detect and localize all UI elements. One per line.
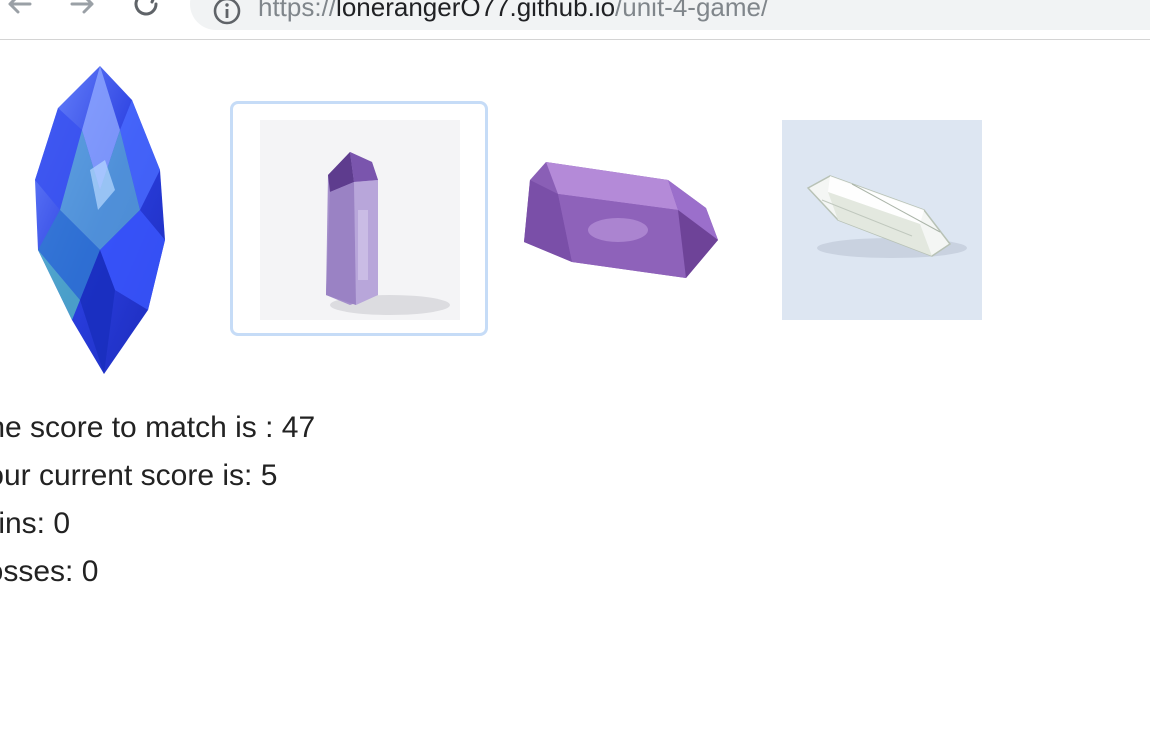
amethyst-point-image [260, 120, 460, 320]
losses-value: 0 [81, 555, 99, 588]
clear-quartz-crystal[interactable] [782, 120, 982, 320]
target-score-label: The score to match is : [0, 411, 282, 444]
back-arrow-icon[interactable] [2, 0, 38, 22]
url-path: /unit-4-game/ [615, 0, 769, 22]
wins-value: 0 [53, 507, 71, 540]
wins-line: Wins: 0 [0, 500, 315, 548]
address-bar[interactable]: https://lonerangerO77.github.io/unit-4-g… [190, 0, 1150, 30]
score-panel: The score to match is : 47 Your current … [0, 404, 315, 596]
url-host: lonerangerO77.github.io [336, 0, 616, 22]
target-score-line: The score to match is : 47 [0, 404, 315, 452]
url-text[interactable]: https://lonerangerO77.github.io/unit-4-g… [258, 0, 768, 22]
forward-arrow-icon[interactable] [64, 0, 100, 22]
losses-label: Losses: [0, 555, 74, 588]
current-score-label: Your current score is: [0, 459, 253, 492]
browser-toolbar: https://lonerangerO77.github.io/unit-4-g… [0, 0, 1150, 40]
amethyst-point-crystal[interactable] [230, 101, 488, 336]
target-score-value: 47 [281, 411, 316, 444]
reload-icon[interactable] [128, 0, 164, 22]
amethyst-bar-crystal[interactable] [518, 150, 722, 290]
losses-line: Losses: 0 [0, 548, 315, 596]
info-icon[interactable] [212, 0, 242, 30]
current-score-value: 5 [260, 459, 278, 492]
url-scheme: https:// [258, 0, 337, 22]
blue-crystal[interactable] [20, 60, 180, 380]
current-score-line: Your current score is: 5 [0, 452, 315, 500]
wins-label: Wins: [0, 507, 45, 540]
